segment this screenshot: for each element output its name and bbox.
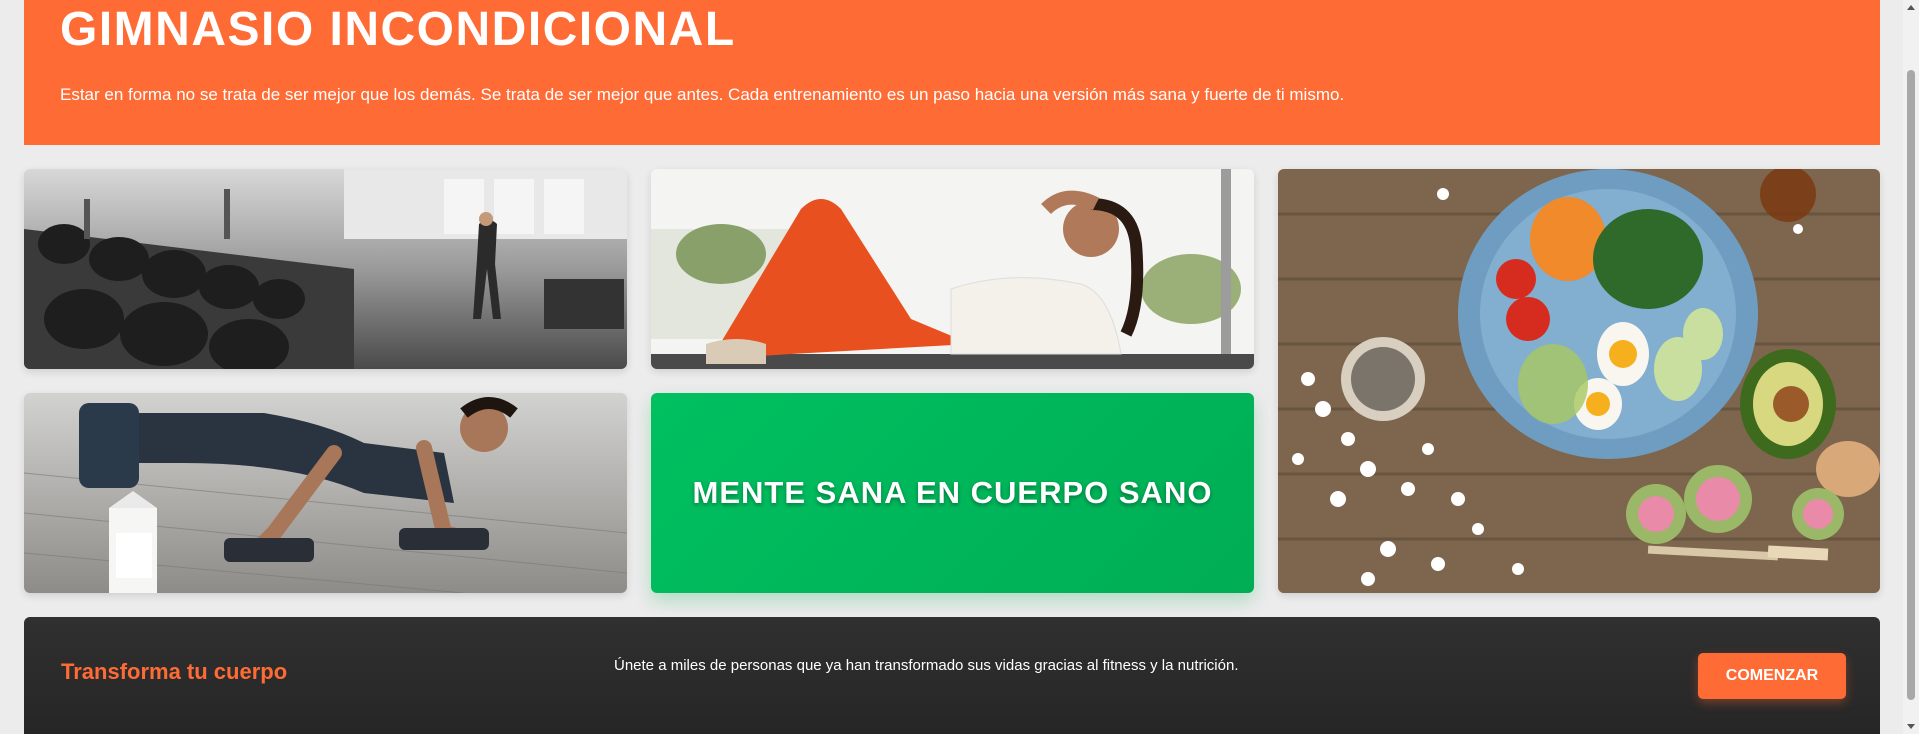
cta-section: Transforma tu cuerpo Únete a miles de pe… (24, 617, 1880, 734)
hero-tagline: Estar en forma no se trata de ser mejor … (60, 85, 1345, 104)
start-button[interactable]: COMENZAR (1698, 653, 1846, 699)
cta-title: Transforma tu cuerpo (61, 659, 288, 684)
motto-text: MENTE SANA EN CUERPO SANO (692, 475, 1213, 510)
page-title: GIMNASIO INCONDICIONAL (60, 3, 736, 56)
scroll-thumb[interactable] (1907, 70, 1915, 700)
vertical-scrollbar[interactable] (1903, 0, 1919, 734)
cta-description: Únete a miles de personas que ya han tra… (614, 657, 1239, 674)
pushup-image (24, 393, 627, 593)
gym-image (24, 169, 627, 369)
hero-banner: GIMNASIO INCONDICIONAL Estar en forma no… (24, 0, 1880, 145)
scroll-up-icon[interactable] (1907, 5, 1915, 10)
healthy-food-image (1278, 169, 1880, 593)
motto-card: MENTE SANA EN CUERPO SANO (651, 393, 1254, 593)
abs-workout-image (651, 169, 1254, 369)
scroll-down-icon[interactable] (1907, 724, 1915, 729)
